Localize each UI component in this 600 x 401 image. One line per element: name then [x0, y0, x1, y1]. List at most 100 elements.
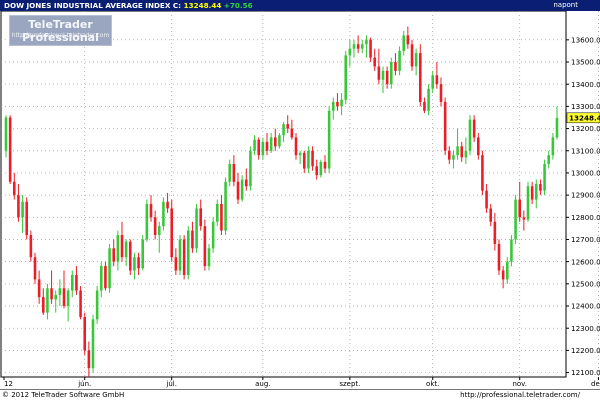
- candle-body: [340, 99, 343, 107]
- candle-body: [294, 137, 298, 156]
- y-tick-label: 12500.00: [571, 279, 600, 288]
- candle-body: [220, 203, 223, 231]
- candle-body: [274, 137, 277, 147]
- candle-body: [203, 226, 207, 267]
- candle-body: [187, 230, 190, 275]
- candle-body: [141, 239, 144, 269]
- candle-body: [42, 297, 45, 313]
- candle-body: [137, 257, 140, 269]
- candle-body: [133, 257, 136, 271]
- candle-body: [336, 101, 339, 107]
- candle-body: [460, 146, 463, 158]
- footer-bar: © 2012 TeleTrader Software GmbH http://p…: [0, 389, 600, 401]
- candle-body: [352, 44, 356, 49]
- y-tick-label: 13500.00: [571, 58, 600, 67]
- candle-body: [13, 181, 16, 196]
- candle-body: [228, 164, 231, 182]
- candle-body: [224, 181, 227, 231]
- copyright-text: © 2012 TeleTrader Software GmbH: [2, 391, 125, 399]
- candle-body: [21, 201, 24, 218]
- teletrader-logo: TeleTrader Professional http://professio…: [9, 15, 112, 46]
- candle-body: [468, 119, 472, 151]
- period-selector[interactable]: napont: [553, 0, 578, 11]
- y-tick-label: 12700.00: [571, 235, 600, 244]
- candle-body: [303, 152, 306, 169]
- candle-body: [315, 166, 318, 176]
- candle-body: [249, 150, 252, 187]
- candle-body: [124, 241, 128, 258]
- candle-body: [162, 201, 165, 227]
- candle-body: [216, 203, 219, 222]
- candle-body: [29, 235, 33, 258]
- candle-body: [551, 137, 555, 156]
- y-tick-label: 12100.00: [571, 368, 600, 377]
- x-tick-label: aug.: [255, 380, 270, 388]
- y-tick-label: 12400.00: [571, 302, 600, 311]
- candle-body: [158, 226, 161, 236]
- candle-body: [87, 350, 91, 369]
- candle-body: [79, 290, 82, 318]
- x-axis: 12 jún. júl. aug. szept. okt. nov. dec.: [3, 377, 600, 388]
- candle-body: [83, 317, 86, 351]
- candle-body: [307, 150, 310, 169]
- candle-body: [539, 184, 542, 191]
- candle-body: [381, 70, 385, 80]
- price-change: +70.56: [223, 1, 253, 10]
- candle-body: [33, 257, 37, 280]
- candle-body: [514, 199, 517, 240]
- candle-body: [555, 117, 559, 138]
- candle-body: [311, 150, 314, 167]
- candle-body: [423, 101, 426, 111]
- candle-body: [104, 266, 107, 289]
- candle-body: [493, 221, 497, 244]
- candle-body: [257, 139, 260, 156]
- candle-body: [543, 164, 546, 191]
- chart-title: DOW JONES INDUSTRIAL AVERAGE INDEX C: 13…: [4, 0, 253, 11]
- candle-body: [327, 110, 331, 169]
- x-tick-label: dec.: [591, 380, 600, 388]
- candle-body: [489, 208, 492, 222]
- logo-name: TeleTrader Professional: [22, 18, 99, 44]
- candle-body: [66, 290, 70, 307]
- candle-body: [481, 155, 484, 191]
- candle-body: [497, 243, 501, 271]
- candle-body: [46, 288, 49, 313]
- x-tick-label: júl.: [165, 380, 177, 388]
- footer-url[interactable]: http://professional.teletrader.com/: [460, 390, 580, 401]
- candle-body: [178, 239, 182, 271]
- last-price-marker: 13248.44: [566, 112, 600, 124]
- candle-body: [410, 44, 414, 67]
- candlestick-chart[interactable]: 12100.00 12200.00 12300.00 12400.00 12500.00…: [0, 11, 600, 389]
- candle-body: [195, 208, 198, 249]
- candle-body: [298, 152, 302, 156]
- candle-body: [530, 186, 534, 200]
- candle-body: [472, 119, 476, 138]
- candle-body: [398, 50, 401, 71]
- candle-body: [547, 155, 550, 165]
- close-label: C:: [172, 1, 182, 10]
- candle-body: [253, 139, 256, 151]
- candle-body: [443, 101, 447, 151]
- logo-url: http://professional.teletrader.com: [11, 33, 110, 39]
- candle-body: [145, 203, 149, 240]
- candle-body: [452, 155, 455, 160]
- candle-body: [485, 190, 488, 209]
- candle-body: [286, 124, 289, 129]
- candle-body: [319, 161, 323, 176]
- candle-body: [406, 35, 410, 45]
- candle-body: [290, 128, 294, 138]
- y-axis: 12100.00 12200.00 12300.00 12400.00 12500.00…: [566, 35, 600, 377]
- candle-body: [323, 161, 327, 169]
- candle-body: [240, 179, 244, 200]
- y-tick-label: 13000.00: [571, 169, 600, 178]
- candle-body: [435, 75, 439, 85]
- candle-body: [153, 217, 157, 236]
- candle-body: [394, 62, 397, 71]
- candle-body: [269, 137, 273, 151]
- candle-body: [91, 319, 95, 369]
- candle-body: [522, 217, 526, 220]
- x-tick-label: nov.: [512, 380, 527, 388]
- candle-body: [112, 248, 115, 262]
- candle-body: [501, 270, 505, 280]
- candle-body: [365, 39, 368, 45]
